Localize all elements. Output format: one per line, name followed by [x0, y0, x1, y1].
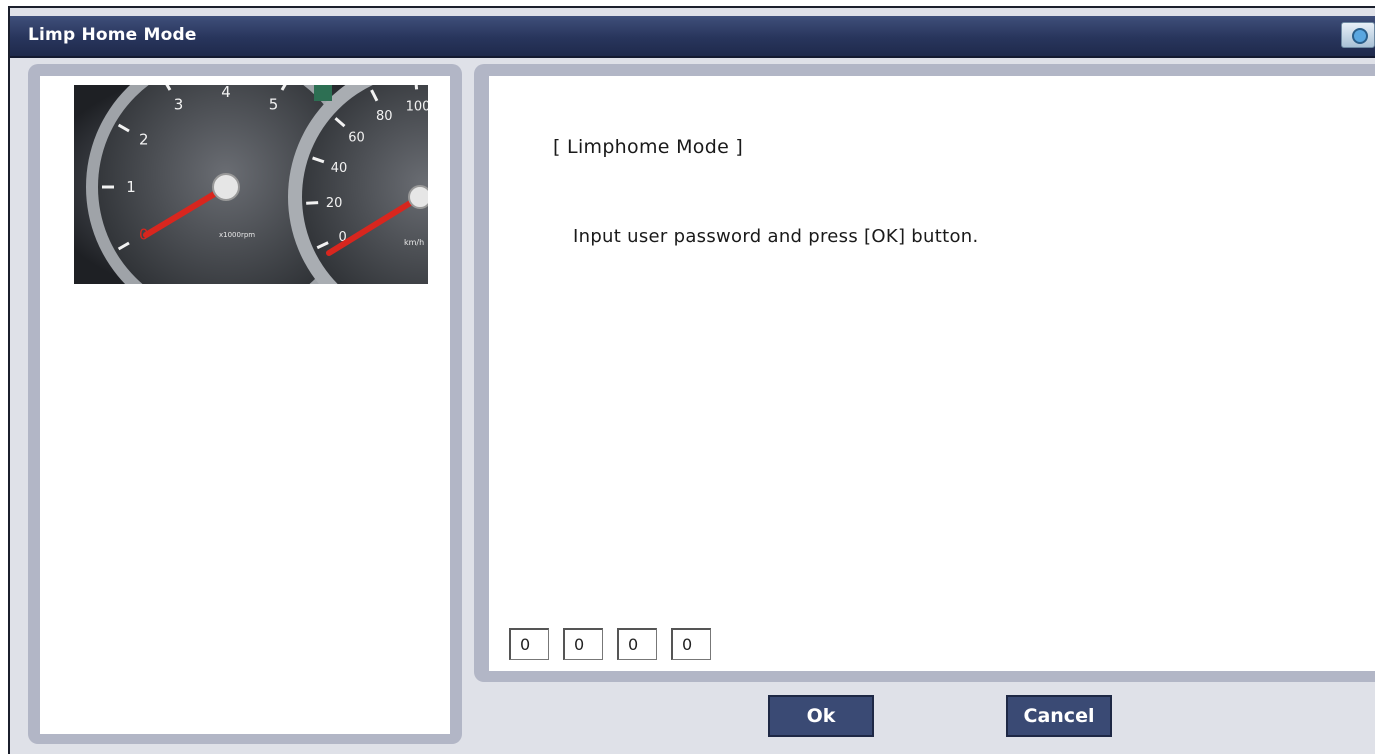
tach-unit: x1000rpm — [219, 231, 255, 239]
speedo-label: 20 — [326, 196, 343, 211]
image-panel-inner: 0123456 x1000rpm 020406080100 km/h — [40, 76, 450, 734]
camera-icon[interactable] — [1341, 22, 1375, 48]
cancel-button[interactable]: Cancel — [1006, 695, 1112, 737]
speedo-tick — [306, 201, 319, 205]
tach-hub — [212, 173, 240, 201]
title-bar: Limp Home Mode — [10, 16, 1375, 58]
speedo-label: 60 — [348, 131, 365, 146]
instruction-text: Input user password and press [OK] butto… — [573, 226, 979, 247]
window-title: Limp Home Mode — [28, 25, 197, 45]
indicator-lamp — [314, 85, 332, 101]
tach-label: 3 — [174, 96, 184, 114]
ok-button[interactable]: Ok — [768, 695, 874, 737]
speedo-unit: km/h — [404, 238, 424, 247]
tach-label: 4 — [221, 85, 231, 101]
limp-home-window: Limp Home Mode 1 2 3 4 5 x1000rpm 0 20 4… — [8, 6, 1375, 754]
tach-label: 2 — [139, 131, 149, 149]
speedo-label: 80 — [376, 109, 393, 124]
image-panel: 0123456 x1000rpm 020406080100 km/h — [28, 64, 462, 744]
message-panel-inner: [ Limphome Mode ] Input user password an… — [489, 76, 1375, 671]
tach-label: 1 — [126, 178, 136, 196]
message-panel: [ Limphome Mode ] Input user password an… — [474, 64, 1375, 682]
instrument-cluster-image: 0123456 x1000rpm 020406080100 km/h — [74, 85, 428, 284]
instrument-cluster-graphic: 0123456 x1000rpm 020406080100 km/h — [74, 85, 428, 284]
password-digit-4[interactable]: 0 — [671, 628, 711, 660]
speedo-hub — [408, 185, 428, 209]
password-digit-2[interactable]: 0 — [563, 628, 603, 660]
password-digit-3[interactable]: 0 — [617, 628, 657, 660]
tach-label: 5 — [269, 96, 279, 114]
speedo-tick — [414, 85, 419, 90]
speedo-label: 100 — [406, 99, 428, 114]
mode-header: [ Limphome Mode ] — [553, 136, 744, 158]
password-digit-1[interactable]: 0 — [509, 628, 549, 660]
speedo-label: 40 — [331, 161, 348, 176]
